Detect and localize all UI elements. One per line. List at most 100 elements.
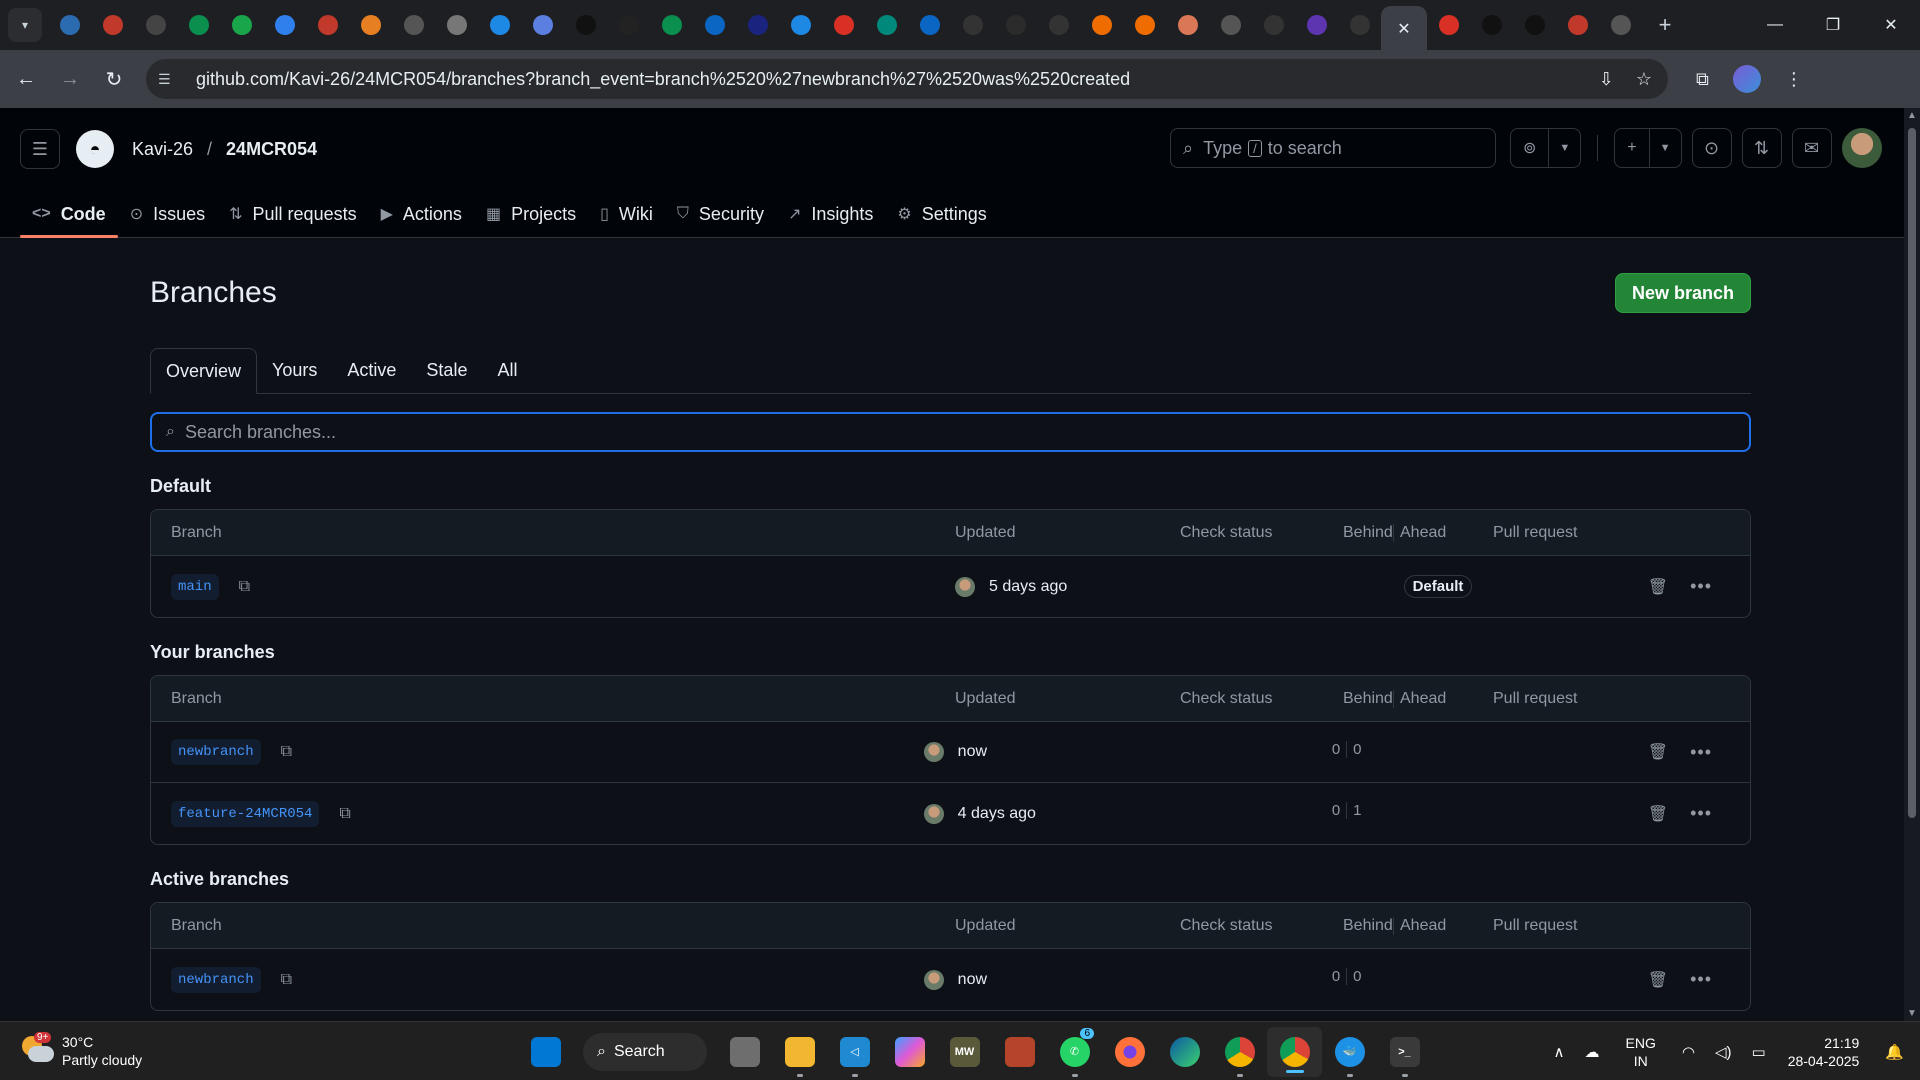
url-text[interactable]: github.com/Kavi-26/24MCR054/branches?bra… (196, 69, 1130, 90)
tab-settings[interactable]: ⚙ Settings (885, 190, 998, 238)
onedrive-cloud-icon[interactable]: ☁ (1585, 1043, 1600, 1061)
address-bar[interactable]: ☰ github.com/Kavi-26/24MCR054/branches?b… (146, 59, 1668, 99)
clock-date[interactable]: 28-04-2025 (1788, 1052, 1860, 1070)
start-button[interactable] (518, 1022, 573, 1080)
active-tab[interactable]: ✕ (1381, 6, 1427, 50)
trash-icon[interactable]: 🗑 (1648, 970, 1668, 990)
close-icon[interactable]: ✕ (1394, 18, 1414, 38)
browser-tab[interactable] (306, 0, 349, 50)
branch-name-link[interactable]: newbranch (171, 966, 261, 993)
battery-icon[interactable]: ▭ (1752, 1043, 1766, 1061)
browser-tab[interactable] (1166, 0, 1209, 50)
browser-tab[interactable] (736, 0, 779, 50)
tab-security[interactable]: ⛉ Security (665, 190, 776, 238)
browser-tab[interactable] (822, 0, 865, 50)
new-branch-button[interactable]: New branch (1614, 273, 1751, 313)
browser-tab[interactable] (91, 0, 134, 50)
reload-button[interactable]: ↻ (96, 61, 132, 97)
branch-search-input[interactable] (184, 421, 1685, 443)
chevron-up-icon[interactable]: ∧ (1554, 1043, 1565, 1061)
browser-tab[interactable] (865, 0, 908, 50)
branch-tab-stale[interactable]: Stale (411, 347, 482, 393)
browser-tab[interactable] (1080, 0, 1123, 50)
close-window-icon[interactable]: ✕ (1862, 0, 1920, 50)
browser-tab[interactable] (693, 0, 736, 50)
bookmark-star-icon[interactable]: ☆ (1636, 69, 1652, 90)
browser-tab[interactable] (908, 0, 951, 50)
back-button[interactable]: ← (8, 61, 44, 97)
tab-issues[interactable]: ⊙ Issues (118, 190, 217, 238)
page-scrollbar[interactable]: ▲ ▼ (1904, 108, 1920, 1021)
copy-icon[interactable]: ⧉ (281, 971, 292, 989)
browser-tab[interactable] (392, 0, 435, 50)
branch-tab-overview[interactable]: Overview (150, 348, 258, 394)
breadcrumb-repo[interactable]: 24MCR054 (226, 139, 317, 160)
browser-tab[interactable] (220, 0, 263, 50)
game-app[interactable] (992, 1022, 1047, 1080)
more-options-icon[interactable]: ••• (1690, 576, 1712, 597)
browser-tab[interactable] (1556, 0, 1599, 50)
copy-icon[interactable]: ⧉ (339, 805, 350, 823)
pull-requests-button[interactable]: ⇅ (1741, 128, 1782, 168)
scroll-down-icon[interactable]: ▼ (1904, 1008, 1920, 1019)
tab-wiki[interactable]: ▯ Wiki (588, 190, 665, 238)
global-search-input[interactable]: ⌕ Type / to search (1170, 128, 1496, 168)
create-new-button[interactable]: + ▼ (1614, 128, 1682, 168)
copy-icon[interactable]: ⧉ (281, 743, 292, 761)
more-options-icon[interactable]: ••• (1690, 742, 1712, 763)
docker-app[interactable]: 🐳 (1322, 1022, 1377, 1080)
mw-app[interactable]: MW (937, 1022, 992, 1080)
branch-name-link[interactable]: feature-24MCR054 (171, 800, 320, 827)
clock-time[interactable]: 21:19 (1788, 1034, 1859, 1052)
browser-tab[interactable] (478, 0, 521, 50)
scroll-up-icon[interactable]: ▲ (1904, 110, 1920, 121)
browser-tab[interactable] (263, 0, 306, 50)
trash-icon[interactable]: 🗑 (1648, 742, 1668, 762)
notification-bell-icon[interactable]: 🔔 (1885, 1043, 1904, 1061)
tab-insights[interactable]: ↗ Insights (776, 190, 885, 238)
browser-tab[interactable] (1427, 0, 1470, 50)
more-options-icon[interactable]: ••• (1690, 803, 1712, 824)
trash-icon[interactable]: 🗑 (1648, 804, 1668, 824)
trash-icon[interactable]: 🗑 (1648, 577, 1668, 597)
browser-tab[interactable] (1470, 0, 1513, 50)
browser-menu-icon[interactable]: ⋮ (1785, 69, 1803, 90)
copilot-app[interactable] (882, 1022, 937, 1080)
browser-tab[interactable] (177, 0, 220, 50)
browser-tab[interactable] (1123, 0, 1166, 50)
whatsapp-app[interactable]: ✆ 6 (1047, 1022, 1102, 1080)
tab-pull-requests[interactable]: ⇅ Pull requests (217, 190, 368, 238)
author-avatar[interactable] (923, 969, 944, 990)
taskbar-search-box[interactable]: ⌕ Search (583, 1032, 707, 1071)
extensions-icon[interactable]: ⧉ (1696, 69, 1709, 90)
browser-tab[interactable] (607, 0, 650, 50)
language-code[interactable]: ENG (1626, 1034, 1656, 1052)
site-settings-icon[interactable]: ☰ (158, 71, 178, 88)
browser-tab[interactable] (1209, 0, 1252, 50)
wifi-icon[interactable]: ◠ (1682, 1043, 1695, 1061)
tab-actions[interactable]: ▶ Actions (369, 190, 474, 238)
browser-tab[interactable] (48, 0, 91, 50)
file-explorer-app[interactable] (772, 1022, 827, 1080)
browser-tab[interactable] (564, 0, 607, 50)
chevron-down-icon[interactable]: ▼ (1548, 129, 1580, 167)
copy-icon[interactable]: ⧉ (239, 578, 250, 596)
browser-tab[interactable] (134, 0, 177, 50)
browser-tab[interactable] (521, 0, 564, 50)
task-view-button[interactable] (717, 1022, 772, 1080)
chevron-down-icon[interactable]: ▼ (1648, 129, 1681, 167)
tab-code[interactable]: <> Code (20, 190, 118, 238)
browser-tab[interactable] (1037, 0, 1080, 50)
browser-tab[interactable] (1338, 0, 1381, 50)
more-options-icon[interactable]: ••• (1690, 969, 1712, 990)
chrome-dev-app[interactable] (1212, 1022, 1267, 1080)
browser-tab[interactable] (349, 0, 392, 50)
hamburger-menu-button[interactable]: ☰ (20, 129, 60, 169)
language-region[interactable]: IN (1626, 1052, 1656, 1070)
edge-app[interactable] (1157, 1022, 1212, 1080)
minimize-icon[interactable]: — (1746, 0, 1804, 50)
chrome-app[interactable] (1267, 1026, 1322, 1077)
branch-name-link[interactable]: main (171, 573, 219, 600)
browser-tab[interactable] (779, 0, 822, 50)
branch-tab-yours[interactable]: Yours (257, 347, 332, 393)
